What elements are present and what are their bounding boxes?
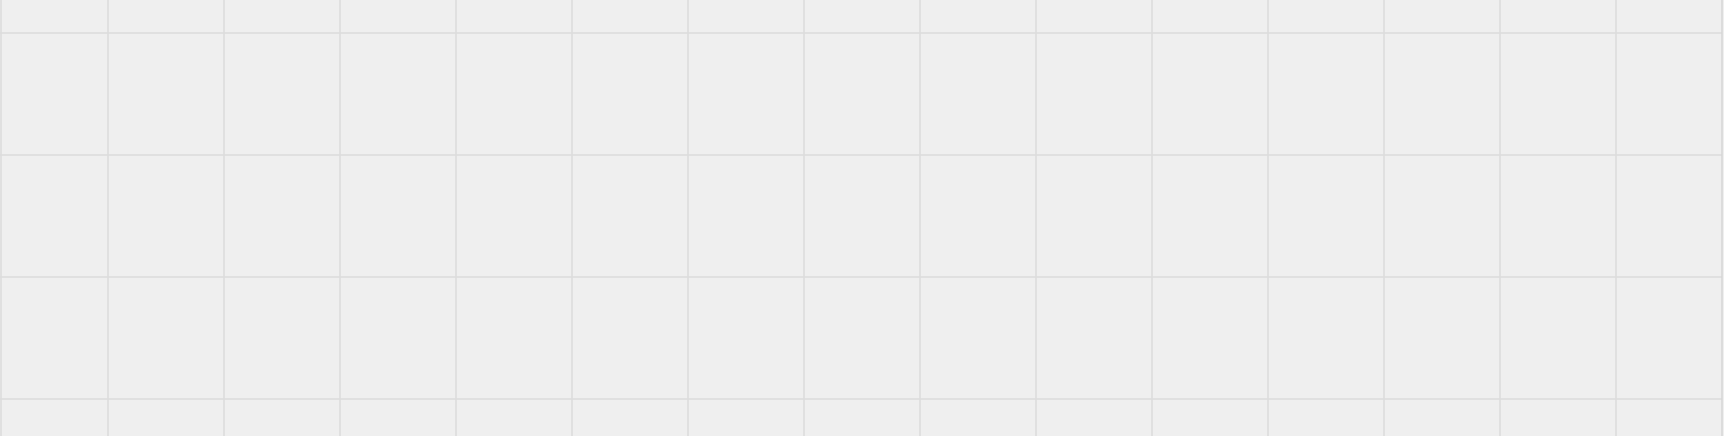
grid-surface[interactable] xyxy=(0,0,1724,436)
grid-background xyxy=(0,0,1724,436)
grid-lines xyxy=(0,0,1724,436)
canvas-area[interactable] xyxy=(0,0,1724,436)
